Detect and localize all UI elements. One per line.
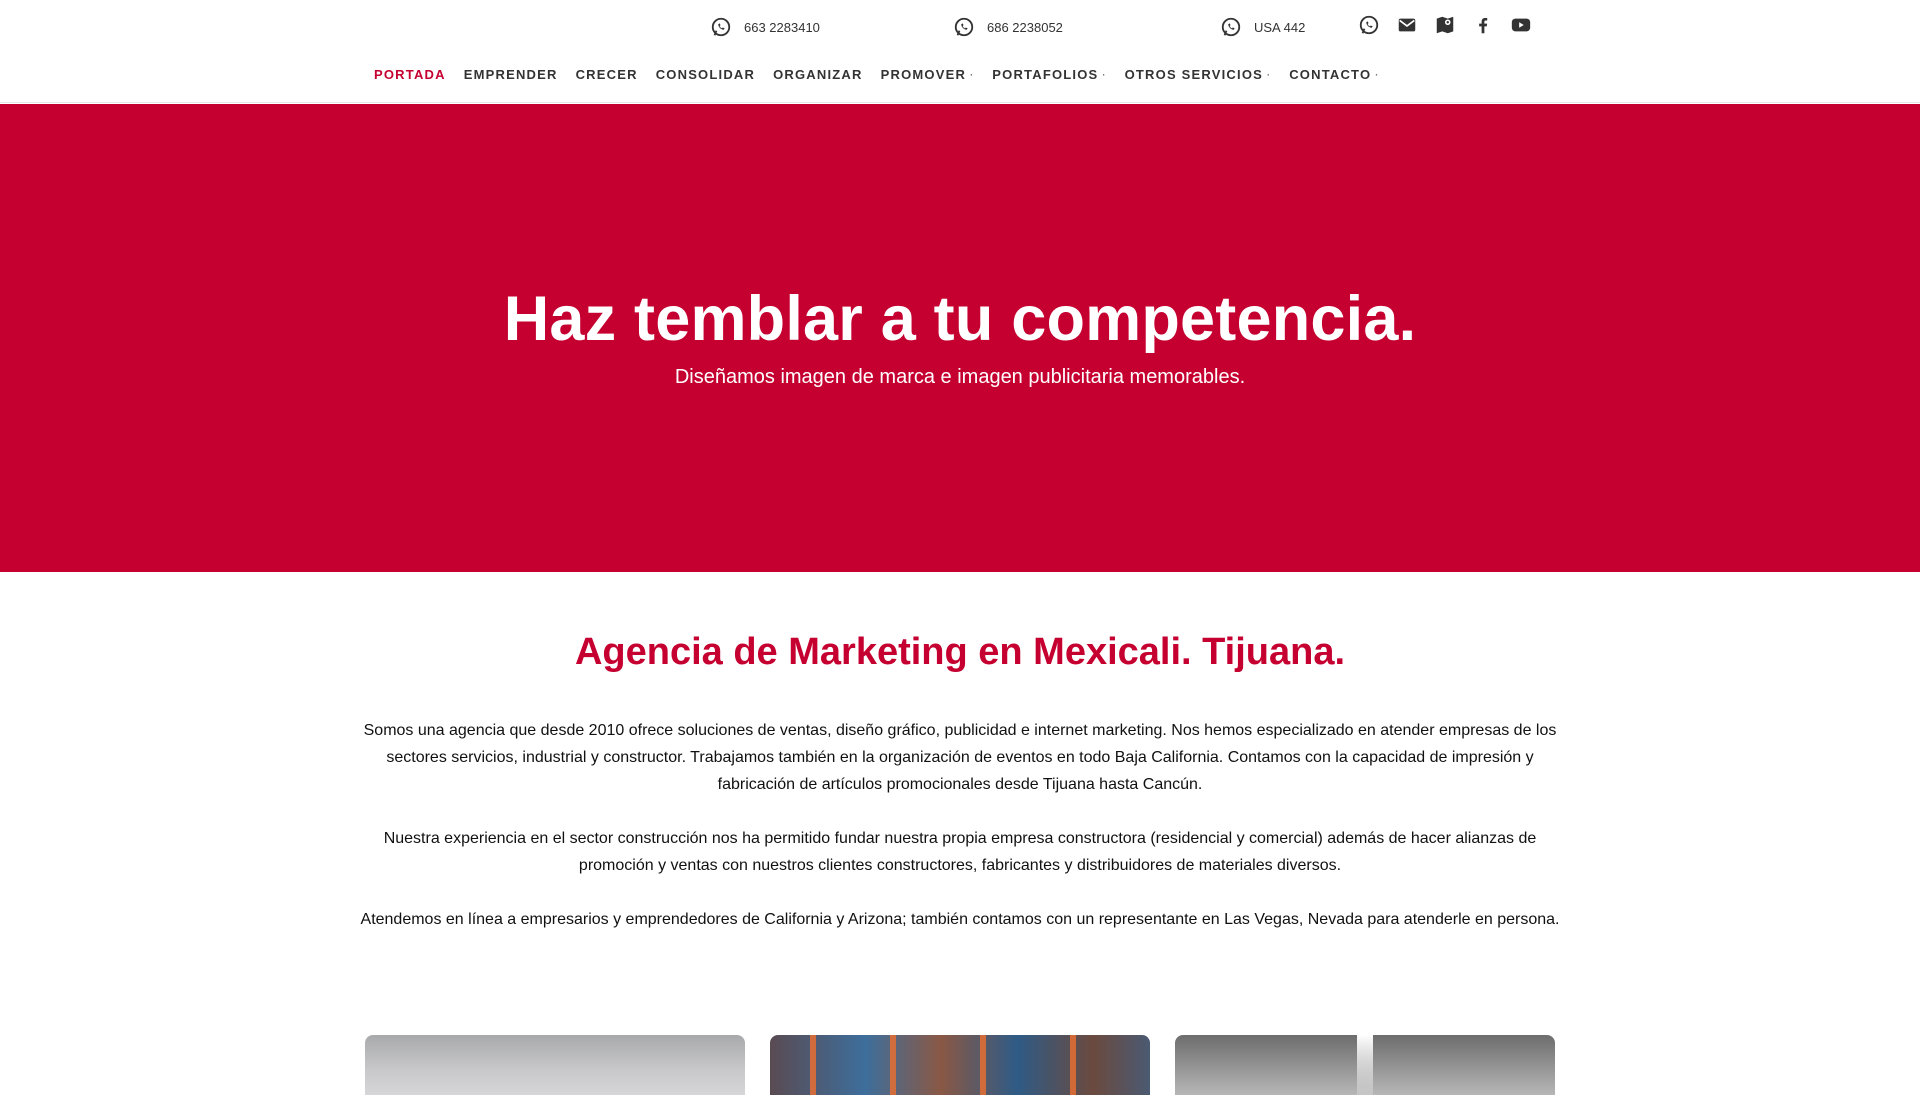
nav-item-portada[interactable]: PORTADA xyxy=(374,67,455,82)
hero-subtitle: Diseñamos imagen de marca e imagen publi… xyxy=(674,366,1246,388)
nav-item-promover[interactable]: PROMOVER · xyxy=(872,67,984,82)
contact-phone-2-text: 686 2238052 xyxy=(987,19,1063,35)
about-paragraph-2: Nuestra experiencia en el sector constru… xyxy=(383,830,1537,874)
feature-card-1-image[interactable] xyxy=(365,1035,745,1095)
nav-item-contacto[interactable]: CONTACTO · xyxy=(1280,67,1388,82)
youtube-icon[interactable] xyxy=(1510,14,1532,36)
main-nav: PORTADA EMPRENDER CRECER CONSOLIDAR ORGA… xyxy=(374,67,1388,82)
whatsapp-icon xyxy=(1220,16,1242,38)
top-bar: 663 2283410 686 2238052 USA 442 xyxy=(0,0,1920,52)
contact-phone-1-text: 663 2283410 xyxy=(744,19,820,35)
image-detail xyxy=(810,1035,816,1095)
image-detail xyxy=(980,1035,986,1095)
about-title: Agencia de Marketing en Mexicali. Tijuan… xyxy=(574,631,1346,673)
map-icon[interactable] xyxy=(1434,14,1456,36)
feature-card-3-image[interactable] xyxy=(1175,1035,1555,1095)
contact-phone-1[interactable]: 663 2283410 xyxy=(710,14,820,40)
whatsapp-icon xyxy=(953,16,975,38)
nav-item-crecer[interactable]: CRECER xyxy=(567,67,647,82)
feature-card-2-image[interactable] xyxy=(770,1035,1150,1095)
social-links xyxy=(1358,14,1532,36)
contact-usa-text: USA 442 xyxy=(1254,19,1306,35)
nav-item-emprender[interactable]: EMPRENDER xyxy=(455,67,567,82)
nav-item-consolidar[interactable]: CONSOLIDAR xyxy=(647,67,764,82)
nav-item-portafolios[interactable]: PORTAFOLIOS · xyxy=(983,67,1115,82)
dropdown-indicator-icon: · xyxy=(1267,70,1272,80)
whatsapp-icon[interactable] xyxy=(1358,14,1380,36)
nav-item-organizar[interactable]: ORGANIZAR xyxy=(764,67,872,82)
dropdown-indicator-icon: · xyxy=(1102,70,1107,80)
image-detail xyxy=(1070,1035,1076,1095)
whatsapp-icon xyxy=(710,16,732,38)
image-detail xyxy=(1357,1035,1373,1095)
nav-item-portafolios-label: PORTAFOLIOS xyxy=(992,67,1099,82)
image-detail xyxy=(890,1035,896,1095)
dropdown-indicator-icon: · xyxy=(970,70,975,80)
hero-title: Haz temblar a tu competencia. xyxy=(503,284,1417,354)
dropdown-indicator-icon: · xyxy=(1375,70,1380,80)
contact-usa[interactable]: USA 442 xyxy=(1220,14,1305,40)
nav-item-promover-label: PROMOVER xyxy=(880,67,967,82)
nav-item-otros-servicios-label: OTROS SERVICIOS xyxy=(1124,67,1264,82)
nav-item-otros-servicios[interactable]: OTROS SERVICIOS · xyxy=(1116,67,1281,82)
contact-phone-2[interactable]: 686 2238052 xyxy=(953,14,1063,40)
header-divider xyxy=(0,102,1920,103)
hero-banner: Haz temblar a tu competencia. Diseñamos … xyxy=(0,104,1920,572)
mail-icon[interactable] xyxy=(1396,14,1418,36)
about-paragraph-1: Somos una agencia que desde 2010 ofrece … xyxy=(363,722,1557,793)
facebook-icon[interactable] xyxy=(1472,14,1494,36)
nav-item-contacto-label: CONTACTO xyxy=(1289,67,1372,82)
about-paragraph-3: Atendemos en línea a empresarios y empre… xyxy=(360,911,1560,928)
